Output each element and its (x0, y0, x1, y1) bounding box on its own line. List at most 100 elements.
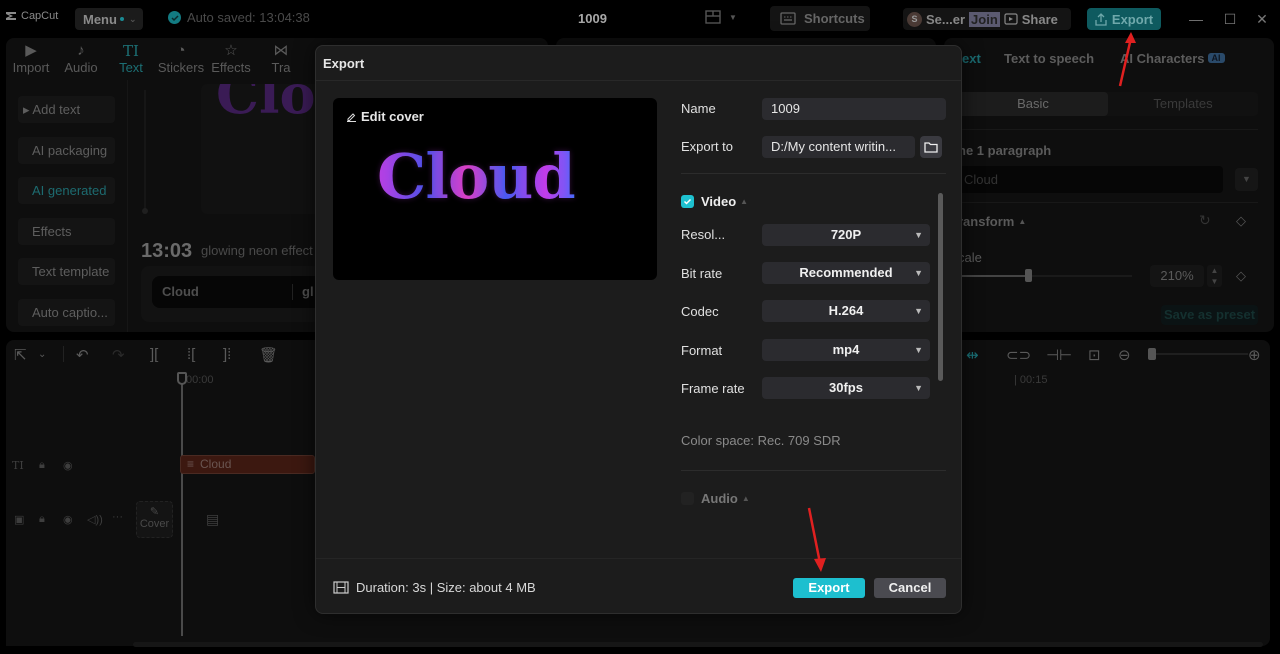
share-button[interactable]: Share (1004, 12, 1058, 27)
bitrate-select[interactable]: Recommended ▼ (762, 262, 930, 284)
export-button[interactable]: Export (793, 578, 865, 598)
sidebar-item-ai-generated[interactable]: AI generated (18, 177, 115, 204)
sidebar-item-effects[interactable]: Effects (18, 217, 115, 245)
maximize-button[interactable]: ☐ (1222, 11, 1238, 28)
video-checkbox[interactable] (681, 195, 694, 208)
caret-up-icon: ▲ (741, 494, 750, 503)
edit-cover-button[interactable]: Edit cover (346, 109, 424, 124)
speaker-icon[interactable]: ◁)) (87, 513, 103, 526)
reset-icon[interactable]: ↻ (1199, 212, 1211, 229)
browse-folder-button[interactable] (920, 136, 942, 158)
codec-select[interactable]: H.264 ▼ (762, 300, 930, 322)
sidebar-item-ai-packaging[interactable]: AI packaging (18, 136, 115, 164)
timeline-horizontal-scrollbar[interactable] (133, 642, 1263, 647)
scale-value-input[interactable]: 210% (1150, 265, 1204, 287)
top-export-button[interactable]: Export (1087, 8, 1161, 30)
name-input[interactable]: 1009 (762, 98, 946, 120)
keyframe-diamond-icon[interactable]: ◇ (1236, 213, 1246, 229)
chevron-down-icon: ▼ (914, 268, 923, 278)
segment-templates[interactable]: Templates (1108, 92, 1258, 116)
tab-text[interactable]: TI Text (106, 38, 156, 80)
tab-ai-characters[interactable]: AI Characters AI (1120, 51, 1225, 66)
tab-text-to-speech[interactable]: Text to speech (1004, 51, 1094, 66)
paragraph-label: he 1 paragraph (958, 143, 1052, 158)
audio-section-toggle[interactable]: Audio ▲ (701, 491, 750, 506)
close-window-button[interactable]: ✕ (1254, 11, 1270, 28)
eye-icon[interactable]: ◉ (63, 513, 73, 526)
tab-audio[interactable]: ♪ Audio (56, 38, 106, 80)
preview-axis-icon[interactable]: ⊡ (1088, 346, 1101, 364)
lock-icon[interactable]: 🔒︎ (39, 459, 45, 472)
ai-result-thumbnail[interactable]: Clo (201, 84, 321, 214)
text-clip-icon: ≡ (187, 457, 195, 471)
history-scroll-line (144, 90, 146, 212)
sidebar-item-add-text[interactable]: ▸ Add text (18, 96, 115, 123)
keyframe-diamond-icon[interactable]: ◇ (1236, 268, 1246, 284)
tab-text-properties[interactable]: ext (962, 51, 981, 66)
tab-stickers[interactable]: ◔ Stickers (156, 38, 206, 80)
tab-transitions[interactable]: ⋈ Tra (256, 38, 306, 80)
cover-button[interactable]: ✎ Cover (136, 501, 173, 538)
eye-icon[interactable]: ◉ (63, 459, 73, 472)
lock-icon[interactable]: 🔒︎ (39, 513, 45, 526)
resolution-select[interactable]: 720P ▼ (762, 224, 930, 246)
chevron-down-icon[interactable]: ⌄ (38, 349, 46, 360)
zoom-out-icon[interactable]: ⊖ (1118, 346, 1131, 364)
auto-snap-icon[interactable]: ⇹ (966, 346, 979, 364)
tab-import[interactable]: ▶ Import (6, 38, 56, 80)
split-left-icon[interactable]: ⁞[ (187, 346, 195, 363)
split-marker-icon[interactable]: ⊣⊢ (1046, 346, 1072, 364)
audio-icon: ♪ (77, 42, 85, 59)
more-icon[interactable]: ··· (112, 511, 123, 523)
select-cursor-icon[interactable]: ⇱ (14, 346, 27, 364)
delete-icon[interactable]: 🗑 (259, 346, 278, 364)
menu-button[interactable]: Menu ⌄ (75, 8, 143, 30)
sidebar-item-auto-captions[interactable]: Auto captio... (18, 298, 115, 326)
playhead-handle[interactable] (177, 372, 187, 385)
save-as-preset-button[interactable]: Save as preset (1161, 305, 1258, 325)
format-select[interactable]: mp4 ▼ (762, 339, 930, 361)
playhead-line[interactable] (181, 376, 183, 636)
sidebar-item-text-template[interactable]: Text template (18, 258, 115, 285)
shortcuts-button[interactable]: Shortcuts (770, 6, 870, 31)
zoom-in-icon[interactable]: ⊕ (1248, 346, 1261, 364)
tab-label: AI Characters (1120, 51, 1205, 66)
text-clip[interactable]: ≡ Cloud (180, 455, 315, 474)
settings-scrollbar[interactable] (938, 193, 943, 381)
link-icon[interactable]: ⊂⊃ (1006, 346, 1031, 364)
cancel-button[interactable]: Cancel (874, 578, 946, 598)
user-avatar[interactable]: S (907, 11, 922, 27)
ai-text-input[interactable]: Cloud gl (152, 276, 322, 308)
undo-icon[interactable]: ↶ (76, 346, 89, 364)
segment-basic[interactable]: Basic (958, 92, 1108, 116)
scale-slider-handle[interactable] (1025, 269, 1032, 282)
layout-button[interactable]: ▼ (705, 10, 737, 24)
join-button[interactable]: Join (969, 11, 1000, 27)
minimize-button[interactable]: — (1188, 11, 1204, 27)
tab-label: Tra (271, 60, 291, 75)
tab-effects[interactable]: ☆ Effects (206, 38, 256, 80)
chevron-down-icon: ⌄ (128, 13, 137, 24)
split-icon[interactable]: ][ (150, 346, 158, 363)
media-tabs: ▶ Import ♪ Audio TI Text ◔ Stickers ☆ Effects… (6, 38, 306, 80)
caret-down-icon: ▼ (1242, 174, 1251, 184)
track-headers (6, 374, 130, 646)
chevron-down-icon: ▼ (914, 345, 923, 355)
paragraph-dropdown-button[interactable]: ▼ (1235, 168, 1258, 191)
export-path-input[interactable]: D:/My content writin... (762, 136, 915, 158)
resolution-value: 720P (830, 227, 862, 242)
text-clip-label: Cloud (200, 457, 232, 471)
timeline-zoom-slider[interactable] (1152, 353, 1248, 355)
tab-label: Effects (211, 60, 251, 75)
transform-section-label[interactable]: ransform ▲ (958, 214, 1026, 229)
check-circle-icon (168, 11, 181, 24)
pencil-icon (347, 113, 356, 122)
timeline-zoom-handle[interactable] (1148, 348, 1156, 360)
audio-checkbox[interactable] (681, 492, 694, 505)
video-section-toggle[interactable]: Video ▲ (701, 194, 748, 209)
divider (958, 129, 1258, 130)
split-right-icon[interactable]: ]⁞ (223, 346, 231, 363)
paragraph-text-input[interactable]: Cloud (958, 166, 1223, 193)
scale-stepper[interactable]: ▲ ▼ (1207, 265, 1222, 287)
frame-rate-select[interactable]: 30fps ▼ (762, 377, 930, 399)
